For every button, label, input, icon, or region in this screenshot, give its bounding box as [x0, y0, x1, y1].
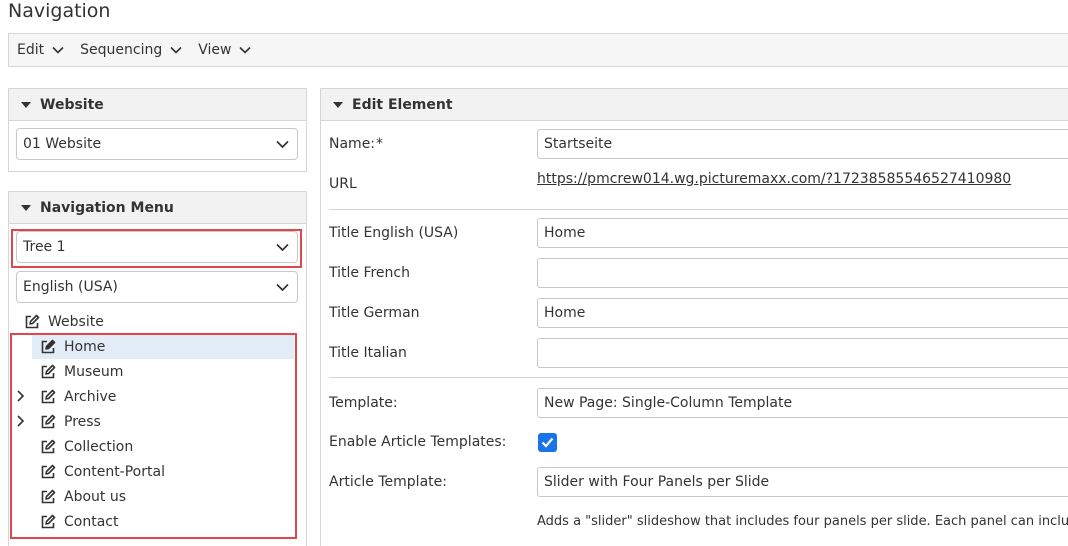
chevron-down-icon — [276, 140, 289, 149]
title-german-value: Home — [544, 305, 586, 321]
menu-sequencing[interactable]: Sequencing — [80, 42, 182, 58]
name-label: Name: — [329, 136, 376, 152]
required-mark: * — [376, 136, 383, 152]
collapse-triangle-icon — [21, 204, 31, 211]
menubar: Edit Sequencing View — [8, 33, 1068, 67]
website-panel-header[interactable]: Website — [9, 89, 306, 121]
chevron-down-icon — [239, 46, 252, 54]
article-template-select-value: Slider with Four Panels per Slide — [544, 474, 770, 490]
website-panel-title: Website — [40, 96, 104, 113]
website-select[interactable]: 01 Website — [16, 128, 298, 160]
divider — [329, 377, 1068, 378]
title-italian-input[interactable] — [537, 338, 1068, 368]
collapse-triangle-icon — [21, 101, 31, 108]
edit-element-panel-title: Edit Element — [352, 96, 453, 113]
template-label: Template: — [329, 395, 398, 411]
tree-select-highlight — [11, 229, 302, 268]
website-select-value: 01 Website — [23, 136, 102, 152]
language-select-value: English (USA) — [23, 279, 118, 295]
name-input[interactable]: Startseite — [537, 129, 1068, 159]
divider — [329, 209, 1068, 210]
tree-items-highlight — [10, 333, 297, 539]
title-french-input[interactable] — [537, 258, 1068, 288]
url-label: URL — [329, 176, 357, 192]
title-german-input[interactable]: Home — [537, 298, 1068, 328]
menu-view-label: View — [198, 42, 232, 58]
chevron-down-icon — [170, 46, 182, 54]
template-select-value: New Page: Single-Column Template — [544, 395, 793, 411]
collapse-triangle-icon — [333, 101, 343, 108]
edit-icon — [25, 314, 40, 328]
title-italian-label: Title Italian — [329, 345, 407, 361]
navigation-menu-panel-header[interactable]: Navigation Menu — [9, 192, 306, 224]
title-english-value: Home — [544, 225, 586, 241]
article-template-label: Article Template: — [329, 474, 447, 490]
article-template-hint: Adds a "slider" slideshow that includes … — [537, 514, 1068, 529]
name-input-value: Startseite — [544, 136, 613, 152]
title-french-label: Title French — [329, 265, 410, 281]
chevron-down-icon — [52, 46, 64, 54]
menu-edit-label: Edit — [17, 42, 45, 58]
menu-view[interactable]: View — [198, 42, 252, 58]
enable-article-templates-label: Enable Article Templates: — [329, 434, 507, 450]
navigation-menu-panel-title: Navigation Menu — [40, 199, 174, 216]
url-link[interactable]: https://pmcrew014.wg.picturemaxx.com/?17… — [537, 171, 1011, 187]
language-select[interactable]: English (USA) — [16, 271, 298, 303]
edit-element-panel-header[interactable]: Edit Element — [321, 89, 1068, 121]
enable-article-templates-checkbox[interactable] — [538, 433, 557, 452]
checkmark-icon — [541, 437, 554, 448]
template-select[interactable]: New Page: Single-Column Template — [537, 388, 1068, 418]
tree-root-website[interactable]: Website — [24, 309, 294, 334]
tree-root-label: Website — [48, 313, 104, 330]
chevron-down-icon — [276, 283, 289, 292]
menu-edit[interactable]: Edit — [17, 42, 64, 58]
title-english-label: Title English (USA) — [329, 225, 459, 241]
article-template-select[interactable]: Slider with Four Panels per Slide — [537, 467, 1068, 497]
title-german-label: Title German — [329, 305, 420, 321]
title-english-input[interactable]: Home — [537, 218, 1068, 248]
page-title: Navigation — [8, 0, 111, 22]
menu-sequencing-label: Sequencing — [80, 42, 163, 58]
